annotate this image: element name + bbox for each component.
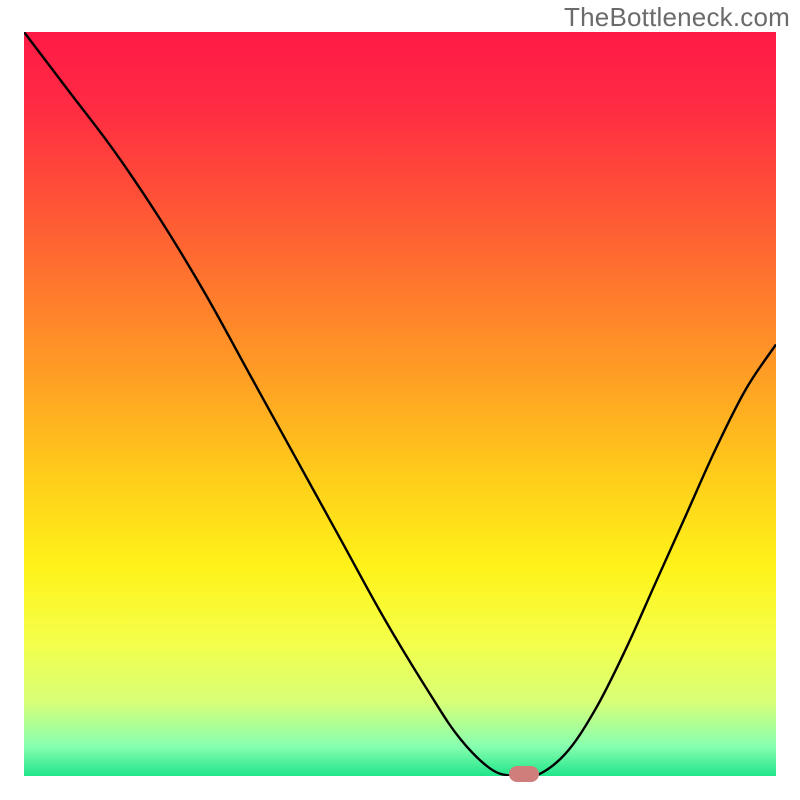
bottleneck-chart (24, 32, 776, 776)
watermark-text: TheBottleneck.com (564, 2, 790, 33)
optimal-point-marker (509, 766, 539, 782)
gradient-background (24, 32, 776, 776)
chart-container: TheBottleneck.com (0, 0, 800, 800)
